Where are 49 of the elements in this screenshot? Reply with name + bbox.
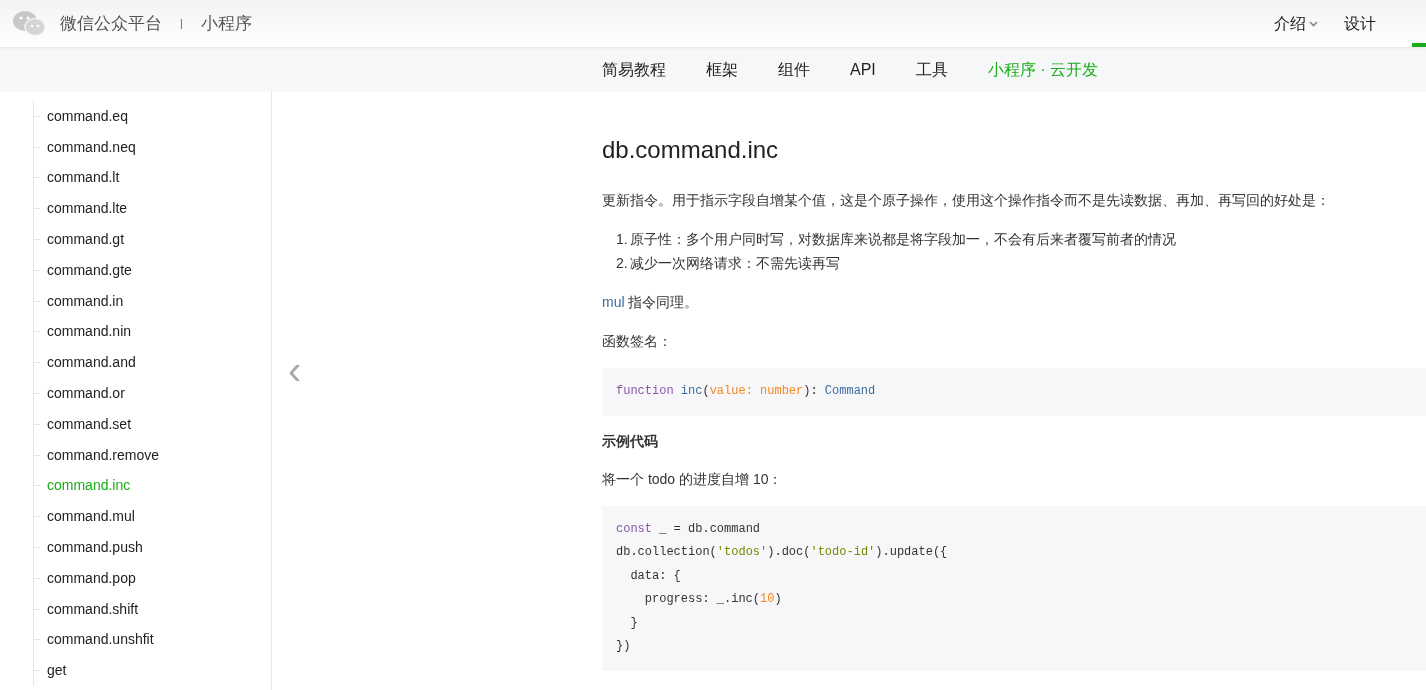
active-indicator	[1412, 43, 1426, 47]
top-nav-link[interactable]: 介绍	[1274, 11, 1318, 36]
code-line: })	[616, 638, 631, 655]
list-item: 原子性：多个用户同时写，对数据库来说都是将字段加一，不会有后来者覆写前者的情况	[630, 230, 1176, 249]
code-line: progress: _.inc(10)	[643, 591, 782, 608]
list-number: 1.	[616, 230, 629, 249]
brand-title[interactable]: 微信公众平台	[60, 10, 162, 37]
chat-bubbles-icon	[12, 9, 46, 38]
code-line: }	[629, 614, 638, 632]
sidebar-item[interactable]: command.neq	[47, 136, 136, 158]
paragraph: 将一个 todo 的进度自增 10：	[602, 469, 784, 489]
sidebar-item[interactable]: command.shift	[47, 598, 139, 620]
sub-nav-tab[interactable]: 框架	[706, 57, 738, 82]
sub-nav-tab[interactable]: API	[850, 57, 876, 82]
sidebar-item[interactable]: command.remove	[47, 444, 160, 466]
sidebar-item[interactable]: command.pop	[47, 567, 136, 589]
chevron-down-icon	[1309, 20, 1318, 27]
sidebar-item[interactable]: get	[47, 660, 67, 682]
sub-nav-tab[interactable]: 组件	[778, 57, 810, 82]
code-line: function inc(value: number): Command	[616, 383, 876, 400]
sidebar-item[interactable]: command.push	[47, 537, 143, 559]
code-line: db.collection('todos').doc('todo-id').update({	[616, 544, 948, 561]
title-separator: |	[180, 16, 183, 32]
top-nav-link[interactable]: 设计	[1344, 11, 1376, 36]
sidebar-item[interactable]: command.unshfit	[47, 629, 154, 651]
sub-nav-tab[interactable]: 简易教程	[602, 57, 666, 82]
paragraph: 函数签名：	[602, 332, 673, 351]
sidebar-item[interactable]: command.or	[47, 383, 125, 405]
code-line: const _ = db.command	[616, 520, 761, 538]
code-line: data: {	[629, 567, 681, 585]
sidebar-item[interactable]: command.set	[47, 413, 132, 435]
sidebar-item[interactable]: command.lt	[47, 167, 120, 189]
paragraph: 更新指令。用于指示字段自增某个值，这是个原子操作，使用这个操作指令而不是先读数据、再加、再写回的好处是：	[602, 191, 1331, 210]
sidebar-item[interactable]: command.eq	[47, 105, 128, 127]
list-number: 2.	[616, 254, 629, 273]
sub-nav-tab[interactable]: 工具	[915, 57, 948, 82]
sidebar-item[interactable]: command.gte	[47, 259, 132, 281]
sidebar-item[interactable]: command.in	[47, 290, 124, 312]
section-heading: 示例代码	[602, 431, 659, 451]
paragraph: mul 指令同理。	[602, 293, 700, 312]
sidebar-item[interactable]: command.mul	[47, 506, 135, 528]
product-title[interactable]: 小程序	[200, 10, 252, 37]
list-item: 减少一次网络请求：不需先读再写	[630, 254, 840, 273]
sidebar-item[interactable]: command.and	[47, 352, 136, 374]
sidebar-item[interactable]: command.nin	[47, 321, 132, 343]
mul-link[interactable]: mul	[602, 294, 625, 310]
article-title: db.command.inc	[602, 135, 780, 165]
sidebar-item[interactable]: command.gt	[47, 229, 125, 251]
sidebar-item[interactable]: command.lte	[47, 198, 128, 220]
